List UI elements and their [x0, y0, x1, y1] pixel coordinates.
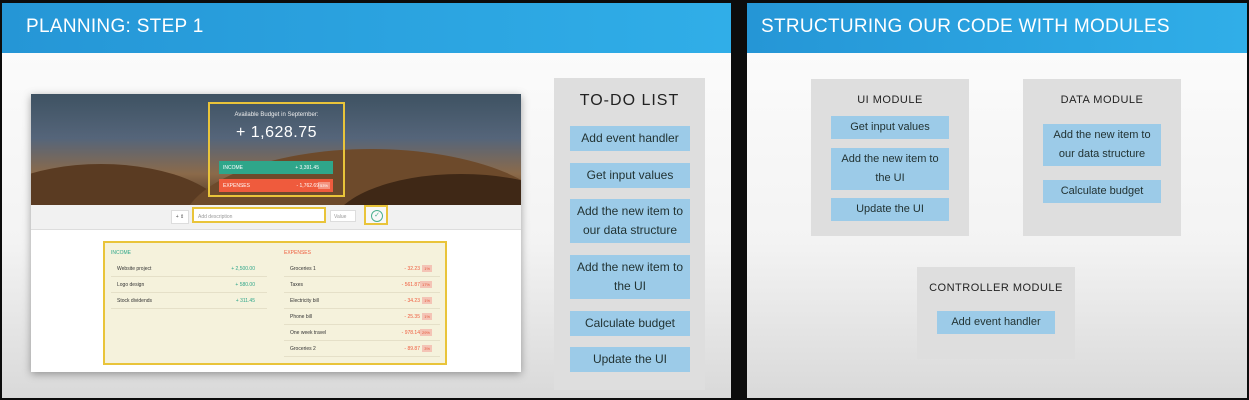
ui-module-title: UI MODULE: [857, 94, 923, 106]
budget-value: + 1,628.75: [235, 124, 318, 141]
item-value: - 561.87: [401, 282, 420, 288]
controller-module-title: CONTROLLER MODULE: [929, 282, 1063, 294]
add-item-bar: + ⇕ Add description Value ✓: [31, 205, 521, 230]
description-input[interactable]: Add description: [192, 207, 326, 223]
budget-expenses-value: - 1,762.69: [296, 183, 319, 189]
value-input[interactable]: Value: [330, 210, 356, 222]
item-name: Electricity bill: [290, 298, 319, 304]
item-name: Taxes: [290, 282, 304, 288]
expense-list-item: Electricity bill - 34.23 1%: [284, 294, 440, 309]
add-item-button[interactable]: ✓: [364, 205, 388, 225]
item-value: - 32.23: [404, 266, 420, 272]
income-list-title: INCOME: [111, 250, 131, 256]
data-module-item-calculate-budget: Calculate budget: [1043, 180, 1161, 203]
ui-module-item-get-input-values: Get input values: [831, 116, 949, 139]
slide-title: PLANNING: STEP 1: [26, 16, 204, 37]
data-module-item-add-to-data-structure: Add the new item to our data structure: [1043, 124, 1161, 166]
item-value: + 311.45: [235, 298, 255, 304]
slide-header: STRUCTURING OUR CODE WITH MODULES: [747, 3, 1247, 53]
slide-title: STRUCTURING OUR CODE WITH MODULES: [761, 16, 1170, 37]
ui-module-item-add-to-ui: Add the new item to the UI: [831, 148, 949, 190]
income-list-item: Stock dividends + 311.45: [111, 294, 267, 309]
budget-expenses-label: EXPENSES: [223, 183, 250, 189]
item-name: Groceries 2: [290, 346, 316, 352]
income-expense-lists-highlight: INCOME EXPENSES Website project + 2,500.…: [103, 241, 447, 365]
item-percent: 29%: [419, 329, 432, 336]
type-select-value: +: [175, 214, 179, 220]
item-name: Stock dividends: [117, 298, 153, 304]
todo-item-update-ui: Update the UI: [570, 347, 690, 372]
item-value: - 25.35: [404, 314, 420, 320]
controller-module-item-add-event-handler: Add event handler: [937, 311, 1055, 334]
todo-list-panel: TO-DO LIST Add event handler Get input v…: [554, 78, 705, 390]
item-name: Phone bill: [290, 314, 312, 320]
budget-header-image: Available Budget in September: + 1,628.7…: [31, 94, 521, 205]
budget-expenses-percent: 53%: [317, 182, 330, 189]
item-name: Logo design: [117, 282, 145, 288]
budget-app-screenshot: Available Budget in September: + 1,628.7…: [31, 94, 521, 372]
budget-summary-highlight: Available Budget in September: + 1,628.7…: [208, 102, 345, 197]
slide-body: UI MODULE Get input values Add the new i…: [747, 53, 1247, 398]
type-select[interactable]: + ⇕: [171, 210, 189, 224]
todo-item-add-to-data-structure: Add the new item to our data structure: [570, 199, 690, 243]
income-list-item: Logo design + 580.00: [111, 278, 267, 293]
item-value: - 89.87: [404, 346, 420, 352]
budget-income-value: + 3,391.45: [295, 165, 319, 171]
item-value: - 34.23: [404, 298, 420, 304]
slide-planning: PLANNING: STEP 1 Available Budget in Sep…: [2, 3, 731, 398]
item-value: + 2,500.00: [231, 266, 255, 272]
item-value: - 978.14: [401, 330, 420, 336]
expense-list-item: Taxes - 561.87 17%: [284, 278, 440, 293]
todo-item-add-event-handler: Add event handler: [570, 126, 690, 151]
slide-modules: STRUCTURING OUR CODE WITH MODULES UI MOD…: [747, 3, 1247, 398]
expense-list-item: Groceries 2 - 89.87 3%: [284, 342, 440, 357]
budget-label: Available Budget in September:: [234, 112, 319, 118]
data-module-panel: DATA MODULE Add the new item to our data…: [1023, 79, 1181, 236]
item-value: + 580.00: [235, 282, 255, 288]
budget-income-label: INCOME: [223, 165, 243, 171]
expenses-list-title: EXPENSES: [284, 250, 311, 256]
data-module-title: DATA MODULE: [1060, 94, 1144, 106]
item-percent: 1%: [422, 297, 432, 304]
todo-item-add-to-ui: Add the new item to the UI: [570, 255, 690, 299]
item-name: Website project: [117, 266, 152, 272]
controller-module-panel: CONTROLLER MODULE Add event handler: [917, 267, 1075, 359]
income-list-item: Website project + 2,500.00: [111, 262, 267, 277]
expense-list-item: Phone bill - 25.35 1%: [284, 310, 440, 325]
item-percent: 1%: [422, 313, 432, 320]
todo-item-get-input-values: Get input values: [570, 163, 690, 188]
ui-module-panel: UI MODULE Get input values Add the new i…: [811, 79, 969, 236]
item-percent: 3%: [422, 345, 432, 352]
budget-income-row: INCOME + 3,391.45: [219, 161, 333, 174]
ui-module-item-update-ui: Update the UI: [831, 198, 949, 221]
expense-list-item: Groceries 1 - 32.23 1%: [284, 262, 440, 277]
slide-header: PLANNING: STEP 1: [2, 3, 731, 53]
item-name: Groceries 1: [290, 266, 316, 272]
slide-body: Available Budget in September: + 1,628.7…: [2, 53, 731, 398]
budget-expenses-row: EXPENSES - 1,762.69 53%: [219, 179, 333, 192]
checkmark-icon: ✓: [371, 210, 383, 222]
item-percent: 1%: [422, 265, 432, 272]
todo-item-calculate-budget: Calculate budget: [570, 311, 690, 336]
expense-list-item: One week travel - 978.14 29%: [284, 326, 440, 341]
item-percent: 17%: [419, 281, 432, 288]
item-name: One week travel: [290, 330, 327, 336]
todo-list-title: TO-DO LIST: [579, 92, 680, 109]
